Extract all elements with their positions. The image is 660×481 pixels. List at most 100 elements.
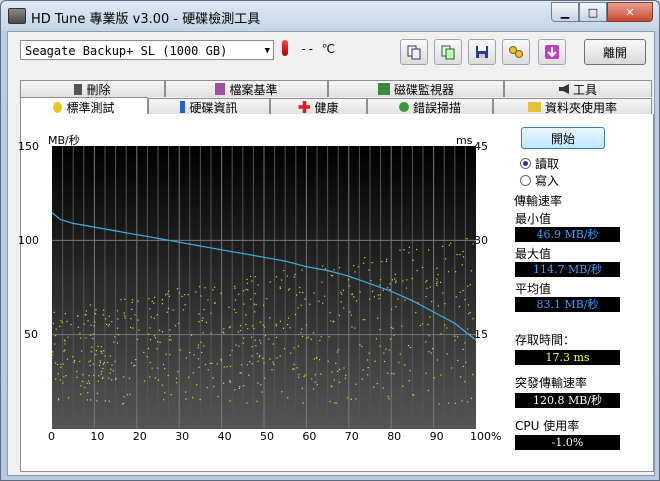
access-time-point bbox=[440, 333, 442, 335]
tab-file-benchmark[interactable]: 檔案基準 bbox=[165, 80, 328, 97]
access-time-point bbox=[392, 327, 394, 329]
access-time-point bbox=[243, 337, 245, 339]
access-time-point bbox=[305, 324, 307, 326]
tab-folder-usage[interactable]: 資料夾使用率 bbox=[493, 98, 652, 115]
maximize-button[interactable]: □ bbox=[579, 2, 607, 22]
access-time-point bbox=[462, 290, 464, 292]
access-time-point bbox=[87, 392, 89, 394]
tab-error-scan[interactable]: 錯誤掃描 bbox=[367, 98, 493, 115]
tab-disk-monitor[interactable]: 磁碟監視器 bbox=[328, 80, 504, 97]
app-window: HD Tune 專業版 v3.00 - 硬碟檢測工具 ▁ □ ✕ Seagate… bbox=[0, 0, 660, 481]
access-time-point bbox=[388, 398, 390, 400]
access-time-point bbox=[261, 391, 263, 393]
access-time-point bbox=[79, 360, 81, 363]
access-time-point bbox=[60, 363, 62, 365]
download-arrow-icon bbox=[545, 45, 559, 59]
access-time-point bbox=[164, 392, 166, 394]
access-time-point bbox=[340, 291, 342, 293]
access-time-point bbox=[154, 337, 157, 339]
access-time-point bbox=[103, 362, 105, 364]
access-time-point bbox=[403, 249, 405, 251]
y-axis-right-tick: 45 bbox=[474, 140, 488, 153]
access-time-point bbox=[382, 387, 384, 389]
access-time-point bbox=[293, 363, 295, 365]
options-button[interactable] bbox=[502, 39, 530, 65]
save-button[interactable] bbox=[468, 39, 496, 65]
access-time-point bbox=[339, 267, 341, 269]
access-time-point bbox=[131, 308, 133, 310]
access-time-point bbox=[88, 375, 90, 377]
download-button[interactable] bbox=[538, 39, 566, 65]
start-button[interactable]: 開始 bbox=[521, 127, 605, 149]
access-time-point bbox=[442, 292, 444, 294]
access-time-point bbox=[269, 358, 271, 360]
minimize-button[interactable]: ▁ bbox=[551, 2, 579, 22]
trash-icon bbox=[74, 83, 83, 95]
access-time-point bbox=[200, 295, 202, 297]
access-time-point bbox=[188, 376, 190, 378]
access-time-point bbox=[116, 342, 119, 344]
access-time-point bbox=[389, 288, 391, 291]
access-time-point bbox=[351, 326, 353, 328]
close-button[interactable]: ✕ bbox=[607, 2, 653, 22]
access-time-point bbox=[243, 303, 245, 305]
exit-button[interactable]: 離開 bbox=[584, 39, 646, 65]
access-time-point bbox=[342, 289, 344, 291]
access-time-point bbox=[104, 355, 106, 357]
access-time-point bbox=[199, 286, 201, 288]
access-time-point bbox=[229, 354, 231, 356]
tab-aam[interactable]: 工具 bbox=[504, 80, 652, 97]
access-time-point bbox=[307, 336, 309, 338]
title-bar[interactable]: HD Tune 專業版 v3.00 - 硬碟檢測工具 ▁ □ ✕ bbox=[1, 1, 659, 31]
access-time-point bbox=[379, 279, 382, 281]
access-time-point bbox=[65, 375, 67, 377]
access-time-point bbox=[101, 370, 103, 372]
access-time-point bbox=[398, 361, 400, 364]
access-time-point bbox=[251, 355, 253, 357]
access-time-point bbox=[115, 377, 117, 379]
access-time-point bbox=[294, 313, 297, 316]
access-time-point bbox=[466, 238, 468, 240]
tab-info[interactable]: 硬碟資訊 bbox=[148, 98, 270, 115]
access-time-point bbox=[362, 369, 364, 371]
access-time-point bbox=[246, 282, 249, 284]
access-time-point bbox=[351, 293, 353, 296]
access-time-point bbox=[458, 305, 460, 308]
access-time-point bbox=[379, 284, 381, 286]
copy-text-button[interactable] bbox=[400, 39, 428, 65]
tab-erase[interactable]: 刪除 bbox=[20, 80, 165, 97]
access-time-point bbox=[223, 332, 225, 334]
access-time-point bbox=[441, 245, 444, 247]
copy-info-button[interactable] bbox=[434, 39, 462, 65]
access-time-point bbox=[92, 337, 94, 340]
read-radio[interactable]: 讀取 bbox=[520, 155, 559, 172]
access-time-point bbox=[331, 371, 333, 373]
access-time-point bbox=[446, 353, 448, 355]
access-time-point bbox=[197, 358, 200, 360]
access-time-point bbox=[250, 275, 252, 277]
access-time-point bbox=[81, 350, 83, 352]
access-time-point bbox=[256, 400, 258, 402]
access-time-point bbox=[159, 341, 161, 343]
access-time-point bbox=[81, 380, 84, 383]
access-time-point bbox=[275, 323, 277, 325]
access-time-point bbox=[149, 361, 151, 364]
disk-monitor-icon bbox=[377, 83, 390, 95]
drive-select[interactable]: Seagate Backup+ SL (1000 GB) ▼ bbox=[20, 40, 274, 60]
access-time-point bbox=[101, 352, 103, 354]
tab-health[interactable]: 健康 bbox=[270, 98, 367, 115]
access-time-point bbox=[210, 332, 212, 334]
access-time-point bbox=[286, 275, 288, 277]
access-time-point bbox=[100, 346, 103, 348]
access-time-point bbox=[99, 364, 101, 367]
access-time-point bbox=[191, 334, 193, 336]
access-time-point bbox=[249, 361, 251, 363]
access-time-point bbox=[123, 312, 125, 314]
access-time-point bbox=[353, 265, 355, 267]
access-time-point bbox=[185, 391, 187, 393]
access-time-point bbox=[293, 347, 295, 349]
write-radio[interactable]: 寫入 bbox=[520, 172, 559, 189]
access-time-point bbox=[436, 281, 438, 283]
access-time-point bbox=[165, 294, 167, 296]
access-time-point bbox=[148, 298, 150, 300]
